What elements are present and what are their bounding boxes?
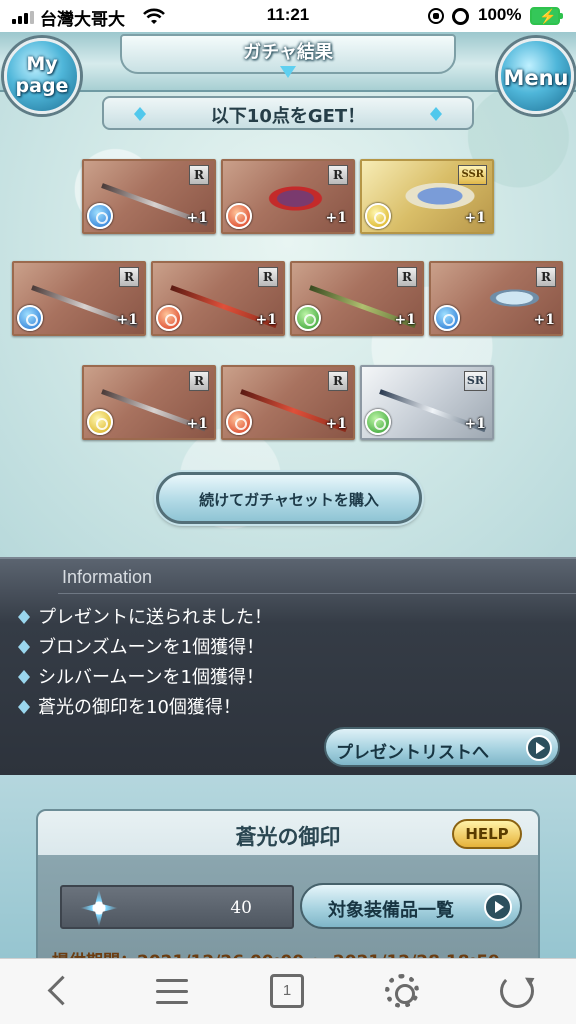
rarity-badge: R [328, 165, 348, 185]
settings-icon[interactable] [385, 974, 419, 1008]
result-item-card[interactable]: R +1 [151, 261, 285, 336]
result-item-card[interactable]: R +1 [82, 159, 216, 234]
divider [58, 593, 576, 594]
info-item: ブロンズムーンを1個獲得！ [18, 633, 264, 659]
continue-gacha-button[interactable]: 続けてガチャセットを購入 [156, 472, 422, 524]
fire-element-icon [226, 203, 252, 229]
alarm-icon [452, 8, 469, 25]
status-bar: 台灣大哥大 11:21 100% ⚡ [0, 0, 576, 32]
quantity-label: +1 [464, 416, 486, 432]
rarity-badge: R [189, 165, 209, 185]
water-element-icon [87, 203, 113, 229]
quantity-label: +1 [116, 312, 138, 328]
rarity-badge: R [119, 267, 139, 287]
rarity-badge: SSR [458, 165, 487, 185]
menu-button[interactable]: Menu [498, 38, 574, 114]
result-item-card[interactable]: SSR +1 [360, 159, 494, 234]
diamond-icon [18, 610, 30, 624]
fire-element-icon [226, 409, 252, 435]
sparkle-icon [80, 889, 118, 927]
help-button[interactable]: HELP [452, 819, 522, 849]
tabs-icon[interactable]: 1 [270, 974, 304, 1008]
seal-count-box: 40 [60, 885, 294, 929]
quantity-label: +1 [186, 416, 208, 432]
rarity-badge: SR [463, 371, 487, 391]
result-item-card[interactable]: R +1 [290, 261, 424, 336]
get-banner: 以下10点をGET！ [102, 96, 474, 130]
wind-element-icon [365, 409, 391, 435]
quantity-label: +1 [186, 210, 208, 226]
arrow-right-icon [526, 735, 552, 761]
menu-icon[interactable] [150, 971, 194, 1011]
result-item-card[interactable]: R +1 [429, 261, 563, 336]
arrow-right-icon [484, 893, 512, 921]
present-list-button[interactable]: プレゼントリストへ [324, 727, 560, 767]
result-item-card[interactable]: R +1 [82, 365, 216, 440]
quantity-label: +1 [325, 210, 347, 226]
diamond-icon [18, 640, 30, 654]
water-element-icon [17, 305, 43, 331]
result-item-card[interactable]: R +1 [12, 261, 146, 336]
seal-panel: 蒼光の御印 HELP 40 対象装備品一覧 提供期間：2021/12/26 00… [36, 809, 540, 972]
light-element-icon [365, 203, 391, 229]
light-element-icon [87, 409, 113, 435]
browser-toolbar: 1 [0, 958, 576, 1024]
back-icon[interactable] [38, 971, 82, 1011]
diamond-icon [18, 670, 30, 684]
seal-count: 40 [230, 898, 252, 918]
page-title: ガチャ結果 [243, 42, 333, 63]
rarity-badge: R [258, 267, 278, 287]
top-header: ガチャ結果 [0, 32, 576, 92]
information-panel: Information プレゼントに送られました！ ブロンズムーンを1個獲得！ … [0, 557, 576, 775]
battery-percent: 100% [478, 5, 522, 24]
rotation-lock-icon [428, 8, 444, 24]
wind-element-icon [295, 305, 321, 331]
info-item: プレゼントに送られました！ [18, 603, 272, 629]
quantity-label: +1 [255, 312, 277, 328]
quantity-label: +1 [394, 312, 416, 328]
mypage-button[interactable]: My page [4, 38, 80, 114]
information-title: Information [62, 567, 153, 587]
rarity-badge: R [328, 371, 348, 391]
quantity-label: +1 [464, 210, 486, 226]
rarity-badge: R [189, 371, 209, 391]
water-element-icon [434, 305, 460, 331]
gacha-result-screen: ガチャ結果 My page Menu 以下10点をGET！ R +1 R +1 SSR +… [0, 32, 576, 557]
fire-element-icon [156, 305, 182, 331]
result-item-card[interactable]: R +1 [221, 365, 355, 440]
equipment-list-button[interactable]: 対象装備品一覧 [300, 883, 522, 929]
quantity-label: +1 [533, 312, 555, 328]
rarity-badge: R [536, 267, 556, 287]
result-item-card[interactable]: R +1 [221, 159, 355, 234]
diamond-icon [18, 700, 30, 714]
info-item: 蒼光の御印を10個獲得！ [18, 693, 241, 719]
battery-icon: ⚡ [530, 7, 563, 25]
rarity-badge: R [397, 267, 417, 287]
quantity-label: +1 [325, 416, 347, 432]
seal-section: 蒼光の御印 HELP 40 対象装備品一覧 提供期間：2021/12/26 00… [0, 775, 576, 972]
info-item: シルバームーンを1個獲得！ [18, 663, 264, 689]
reload-icon[interactable] [500, 974, 534, 1008]
result-item-card[interactable]: SR +1 [360, 365, 494, 440]
